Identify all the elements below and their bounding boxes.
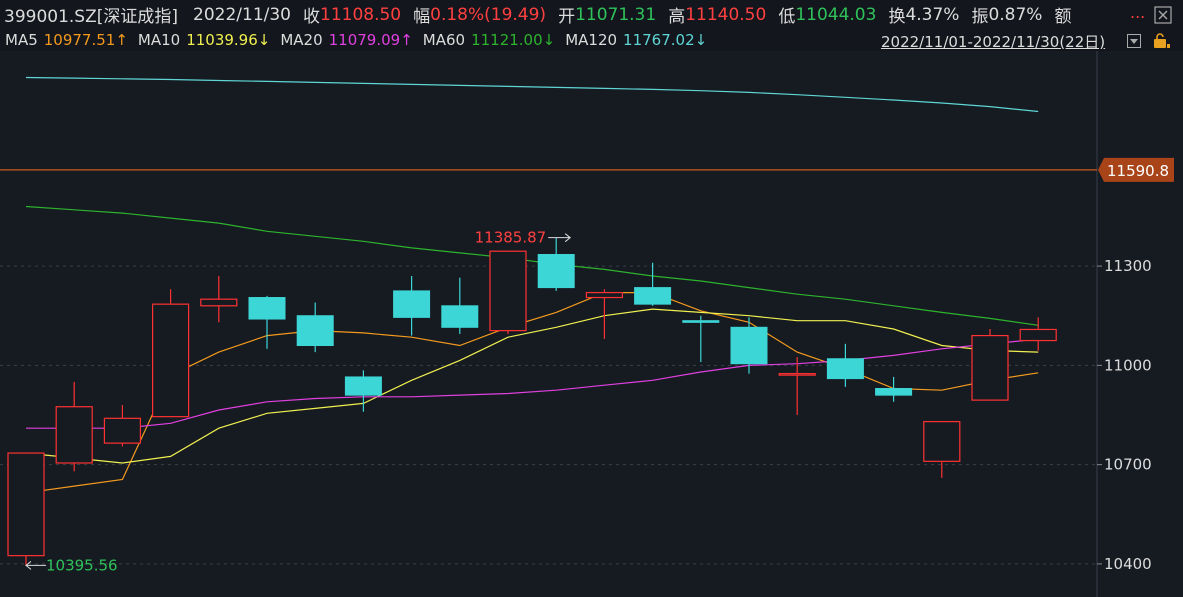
low-value: 11044.03 [795, 4, 877, 25]
ma120-value: 11767.02↓ [623, 31, 708, 49]
candle[interactable] [1019, 317, 1057, 351]
candle[interactable] [489, 250, 527, 334]
quote-header: 399001.SZ[深证成指] 2022/11/30 收 11108.50 幅 … [0, 0, 1183, 29]
min-annotation: 10395.56 [25, 556, 118, 574]
ma5-value: 10977.51↑ [43, 31, 128, 49]
candle-body [971, 334, 1009, 401]
change-value: 0.18%(19.49) [430, 4, 547, 25]
turnover-label: 换 [888, 7, 906, 27]
candle[interactable] [7, 452, 45, 566]
candle[interactable] [875, 376, 913, 402]
ma60-label: MA60 [422, 31, 466, 49]
candle-body [55, 406, 93, 464]
more-indicator: ... [1130, 3, 1146, 22]
candle-body [923, 421, 961, 462]
close-value: 11108.50 [320, 4, 402, 25]
candle-body [393, 290, 431, 318]
ma10-label: MA10 [137, 31, 181, 49]
window-close-icon[interactable] [1153, 5, 1173, 25]
candle-body [585, 291, 624, 299]
amount-label: 额 [1054, 7, 1072, 27]
candle-body [778, 373, 816, 376]
candle[interactable] [923, 421, 961, 478]
low-label: 低 [778, 7, 796, 27]
candle[interactable] [971, 328, 1009, 401]
quote-date: 2022/11/30 [193, 4, 291, 25]
current-price-label: 11590.8 [1107, 162, 1169, 180]
y-tick-label: 11000 [1104, 356, 1152, 374]
candle-body [489, 250, 527, 332]
open-label: 开 [558, 7, 576, 27]
candlestick-chart[interactable]: 11590.8 10400 10700 11000 11300 11385.87 10… [0, 51, 1183, 597]
candle[interactable] [152, 289, 190, 418]
lock-icon[interactable] [1150, 32, 1172, 50]
ma5-label: MA5 [5, 31, 38, 49]
candle[interactable] [296, 302, 334, 353]
ma120-label: MA120 [565, 31, 618, 49]
candle[interactable] [826, 343, 864, 387]
candle-body [248, 297, 286, 320]
high-label: 高 [668, 7, 686, 27]
candle-body [682, 320, 720, 323]
candle-body [826, 358, 864, 380]
close-label: 收 [303, 7, 320, 27]
change-label: 幅 [413, 7, 431, 27]
candle[interactable] [55, 381, 93, 472]
ma10-value: 11039.96↓ [186, 31, 271, 49]
dropdown-arrow-icon[interactable] [1126, 33, 1142, 49]
open-value: 11071.31 [575, 4, 657, 25]
candle-body [1019, 328, 1057, 342]
high-value: 11140.50 [685, 4, 767, 25]
ma20-value: 11079.09↑ [328, 31, 413, 49]
ma20-label: MA20 [280, 31, 323, 49]
candle[interactable] [103, 405, 142, 447]
candle-body [103, 417, 142, 444]
candle[interactable] [441, 277, 479, 334]
stock-code: 399001.SZ[深证成指] [4, 7, 179, 27]
candle[interactable] [682, 315, 720, 363]
candle[interactable] [344, 370, 382, 412]
candle-body [7, 452, 45, 557]
ma120-line [25, 76, 1039, 113]
max-price-label: 11385.87 [475, 229, 547, 247]
y-tick-label: 10400 [1104, 555, 1152, 573]
candle-body [875, 388, 913, 396]
candle-body [537, 254, 575, 289]
candle-body [152, 303, 190, 418]
ma60-value: 11121.00↓ [471, 31, 556, 49]
date-range-selector[interactable]: 2022/11/01-2022/11/30(22日) [881, 31, 1105, 52]
candle-body [441, 305, 479, 328]
candle-body [344, 376, 382, 396]
candle-body [730, 326, 768, 365]
current-price-tag: 11590.8 [1098, 157, 1174, 182]
candle-body [296, 315, 334, 347]
amplitude-value: 0.87% [988, 4, 1043, 25]
candle[interactable] [200, 276, 238, 323]
candle[interactable] [634, 262, 672, 306]
candle[interactable] [248, 295, 286, 349]
y-tick-label: 10700 [1104, 456, 1152, 474]
candle-body [200, 298, 238, 307]
turnover-value: 4.37% [905, 4, 960, 25]
candle-body [634, 287, 672, 305]
min-price-label: 10395.56 [46, 556, 118, 574]
candle[interactable] [393, 276, 431, 336]
amplitude-label: 振 [971, 7, 989, 27]
y-tick-label: 11300 [1104, 257, 1152, 275]
